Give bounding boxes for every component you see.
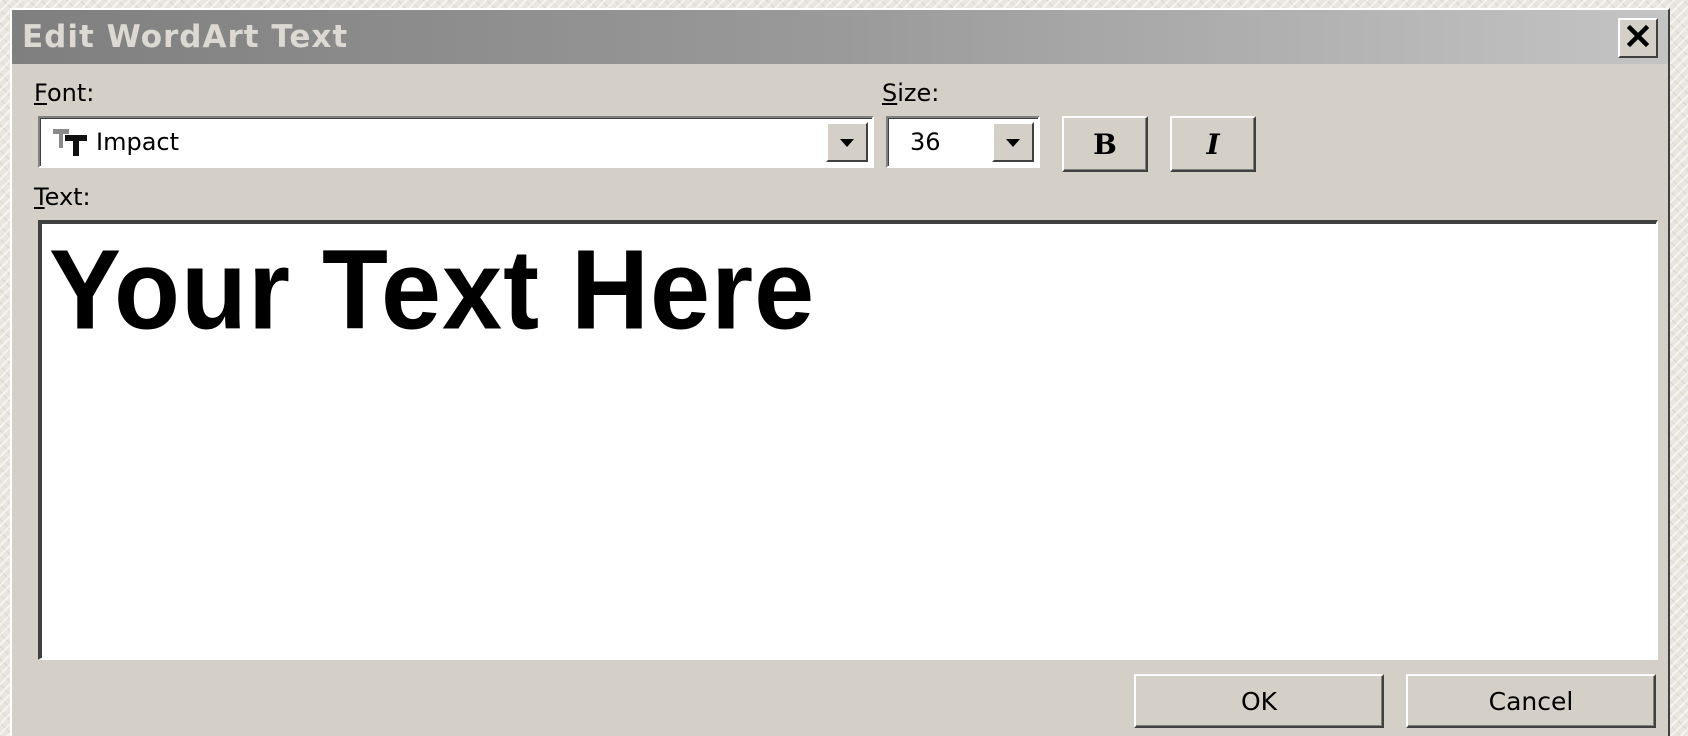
wordart-text-value: Your Text Here — [49, 225, 816, 353]
size-value: 36 — [910, 128, 941, 156]
font-select[interactable]: Impact — [38, 116, 874, 168]
truetype-font-icon — [52, 126, 92, 158]
chevron-down-icon — [1005, 133, 1021, 152]
size-label: Size: — [882, 79, 940, 107]
title-bar[interactable]: Edit WordArt Text — [12, 10, 1668, 64]
dialog-title: Edit WordArt Text — [22, 19, 349, 55]
close-icon — [1626, 24, 1650, 52]
bold-button[interactable]: B — [1062, 116, 1148, 172]
italic-button[interactable]: I — [1170, 116, 1256, 172]
ok-button[interactable]: OK — [1134, 674, 1384, 728]
font-label: Font: — [34, 79, 95, 107]
size-dropdown-button[interactable] — [992, 122, 1034, 162]
wordart-text-input[interactable]: Your Text Here — [38, 220, 1658, 660]
text-label: Text: — [34, 183, 91, 211]
close-button[interactable] — [1618, 18, 1658, 58]
edit-wordart-dialog: Edit WordArt Text Font: Size: Impact 36 — [10, 8, 1670, 736]
cancel-button[interactable]: Cancel — [1406, 674, 1656, 728]
font-value: Impact — [96, 128, 180, 156]
font-dropdown-button[interactable] — [826, 122, 868, 162]
chevron-down-icon — [839, 133, 855, 152]
size-select[interactable]: 36 — [886, 116, 1040, 168]
